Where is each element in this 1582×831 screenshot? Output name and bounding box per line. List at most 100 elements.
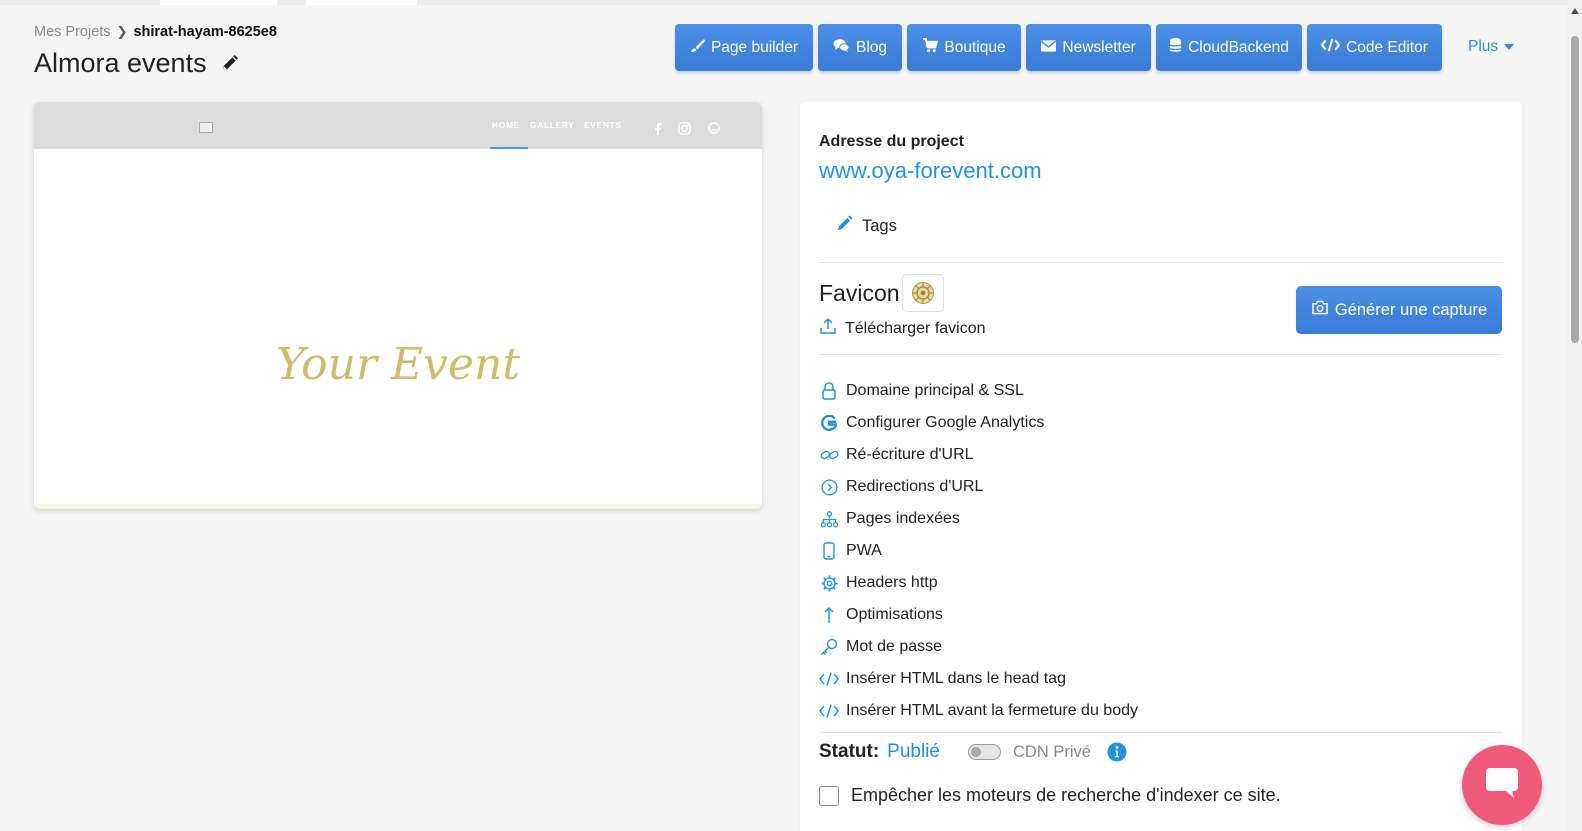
status-row: Statut: Publié CDN Privé [819, 741, 1127, 763]
noindex-label: Empêcher les moteurs de recherche d'inde… [851, 785, 1281, 805]
menu-item-label: Headers http [846, 574, 938, 591]
generate-capture-label: Générer une capture [1334, 300, 1488, 319]
code-icon [819, 669, 839, 689]
menu-item-label: Ré-écriture d'URL [846, 446, 974, 463]
page-builder-button[interactable]: Page builder [675, 24, 813, 71]
menu-item-url-redirects[interactable]: Redirections d'URL [819, 471, 1319, 503]
link-icon [819, 445, 839, 465]
menu-item-indexed-pages[interactable]: Pages indexées [819, 503, 1319, 535]
database-icon [1169, 37, 1188, 58]
menu-item-label: Pages indexées [846, 510, 960, 527]
camera-icon [1311, 300, 1335, 320]
cloudbackend-button[interactable]: CloudBackend [1156, 24, 1302, 71]
address-label: Adresse du project [819, 133, 964, 150]
menu-item-optimizations[interactable]: Optimisations [819, 599, 1319, 631]
breadcrumb-current: shirat-hayam-8625e8 [133, 24, 277, 40]
comments-icon [833, 38, 856, 58]
chevron-right-icon: ❯ [116, 24, 128, 39]
menu-item-http-headers[interactable]: Headers http [819, 567, 1319, 599]
info-icon[interactable] [1107, 742, 1127, 762]
browser-top-strip [0, 0, 1582, 5]
generate-capture-button[interactable]: Générer une capture [1296, 286, 1502, 334]
page-title: Almora events [34, 48, 207, 78]
brush-icon [690, 38, 711, 58]
menu-item-html-head[interactable]: Insérer HTML dans le head tag [819, 663, 1319, 695]
arrow-up-icon [819, 605, 839, 625]
menu-item-google-analytics[interactable]: Configurer Google Analytics [819, 407, 1319, 439]
menu-item-domain-ssl[interactable]: Domaine principal & SSL [819, 375, 1319, 407]
lock-icon [819, 381, 839, 401]
site-preview[interactable]: HOME GALLERY EVENTS Your Event [34, 102, 762, 509]
gear-icon [819, 573, 839, 593]
blog-label: Blog [855, 38, 888, 56]
top-strip-segment [306, 0, 417, 5]
upload-favicon-button[interactable]: Télécharger favicon [819, 317, 986, 340]
menu-item-password[interactable]: Mot de passe [819, 631, 1319, 663]
boutique-button[interactable]: Boutique [907, 24, 1021, 71]
sitemap-icon [819, 509, 839, 529]
instagram-icon [678, 122, 691, 140]
menu-item-label: Optimisations [846, 606, 943, 623]
toolbar: Page builder Blog Boutique Newsletter Cl… [675, 24, 1447, 71]
chat-button[interactable] [1462, 745, 1542, 825]
pencil-icon[interactable] [220, 54, 239, 73]
menu-item-label: PWA [846, 542, 882, 559]
preview-nav-active-indicator [490, 147, 528, 149]
facebook-icon [654, 122, 662, 140]
favicon-preview [902, 274, 944, 312]
tags-button[interactable]: Tags [836, 215, 897, 237]
project-url-link[interactable]: www.oya-forevent.com [819, 158, 1042, 184]
noindex-checkbox[interactable] [819, 785, 839, 806]
tags-label: Tags [862, 216, 897, 235]
blog-button[interactable]: Blog [818, 24, 902, 71]
menu-item-label: Mot de passe [846, 638, 943, 655]
favicon-image-icon [912, 282, 934, 304]
scroll-up-arrow-icon[interactable] [1571, 8, 1579, 14]
status-label: Statut: [819, 741, 880, 762]
cart-icon [922, 37, 944, 58]
menu-item-label: Insérer HTML dans le head tag [846, 670, 1066, 687]
envelope-icon [1041, 39, 1062, 57]
boutique-label: Boutique [944, 38, 1006, 56]
divider [819, 732, 1502, 733]
menu-item-url-rewrite[interactable]: Ré-écriture d'URL [819, 439, 1319, 471]
pencil-icon [836, 215, 862, 237]
favicon-label: Favicon [819, 280, 900, 306]
code-editor-button[interactable]: Code Editor [1307, 24, 1442, 71]
upload-icon [819, 317, 845, 340]
newsletter-button[interactable]: Newsletter [1026, 24, 1151, 71]
divider [819, 354, 1502, 355]
upload-favicon-label: Télécharger favicon [845, 319, 986, 337]
preview-nav-home: HOME [492, 120, 520, 130]
more-label: Plus [1468, 38, 1499, 55]
newsletter-label: Newsletter [1062, 38, 1136, 56]
more-dropdown[interactable]: Plus [1468, 38, 1515, 56]
vertical-scrollbar[interactable] [1567, 0, 1582, 831]
toggle-knob [970, 747, 981, 757]
title-row: Almora events [34, 48, 239, 79]
menu-item-label: Redirections d'URL [846, 478, 984, 495]
menu-item-html-body[interactable]: Insérer HTML avant la fermeture du body [819, 695, 1319, 727]
chat-bubble-icon [707, 122, 721, 140]
key-icon [819, 637, 839, 657]
preview-nav-gallery: GALLERY [530, 120, 575, 130]
breadcrumb-parent-link[interactable]: Mes Projets [34, 24, 111, 40]
cdn-toggle[interactable] [967, 744, 1001, 760]
cdn-label: CDN Privé [1012, 742, 1091, 761]
menu-item-label: Domaine principal & SSL [846, 382, 1024, 399]
noindex-row: Empêcher les moteurs de recherche d'inde… [819, 785, 1281, 806]
caret-down-icon [1504, 44, 1515, 50]
scrollbar-thumb[interactable] [1571, 36, 1579, 343]
top-strip-segment [160, 0, 277, 5]
chat-icon [1484, 766, 1520, 805]
code-editor-label: Code Editor [1346, 38, 1428, 56]
google-icon [819, 413, 839, 433]
cloudbackend-label: CloudBackend [1188, 38, 1289, 56]
menu-item-pwa[interactable]: PWA [819, 535, 1319, 567]
code-icon [819, 701, 839, 721]
status-value[interactable]: Publié [887, 741, 940, 763]
preview-header: HOME GALLERY EVENTS [34, 102, 762, 149]
divider [819, 262, 1502, 263]
settings-menu: Domaine principal & SSL Configurer Googl… [819, 375, 1319, 727]
breadcrumb: Mes Projets ❯ shirat-hayam-8625e8 [34, 24, 277, 40]
